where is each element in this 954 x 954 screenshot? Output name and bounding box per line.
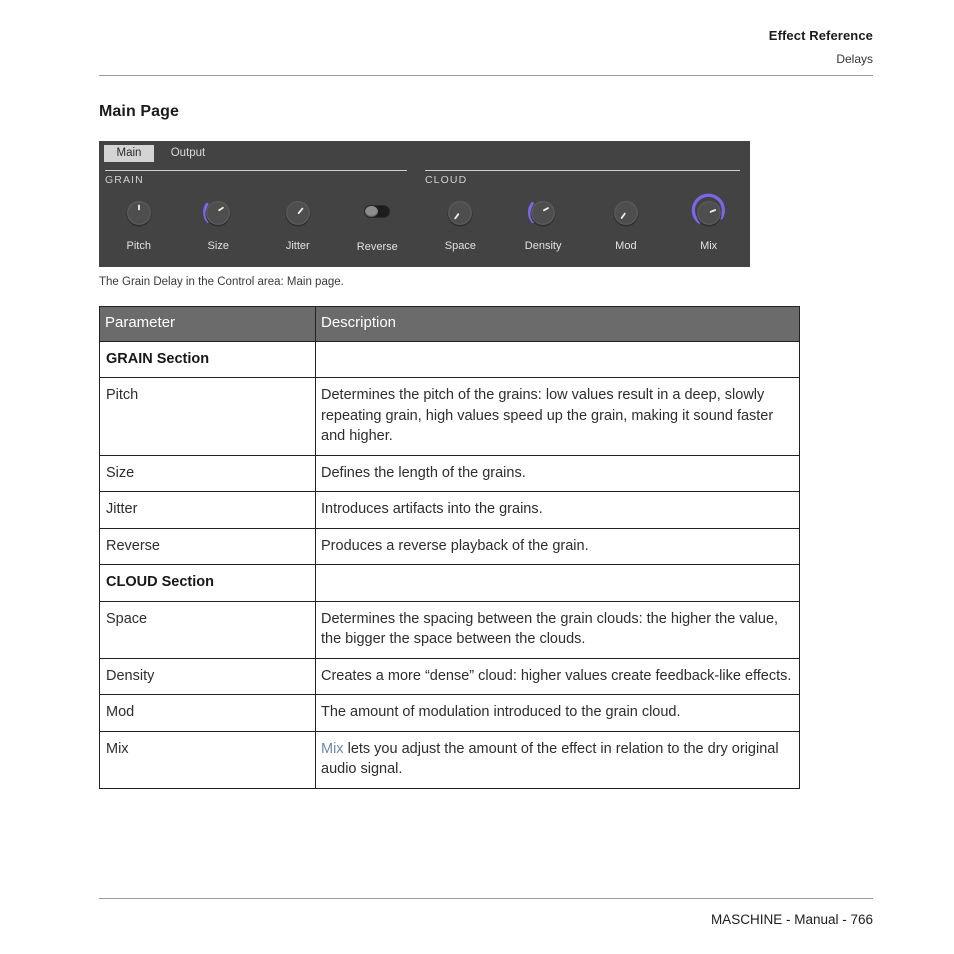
table-row: Jitter Introduces artifacts into the gra… bbox=[99, 491, 800, 529]
grain-delay-plugin-panel: Main Output GRAIN Pitch Size Jitter Reve… bbox=[99, 141, 750, 267]
knob-density-dial[interactable] bbox=[524, 193, 562, 231]
table-cell-description bbox=[315, 564, 800, 602]
table-cell-description: The amount of modulation introduced to t… bbox=[315, 694, 800, 732]
table-header-description: Description bbox=[315, 306, 800, 342]
parameter-table: Parameter Description GRAIN Section Pitc… bbox=[99, 306, 800, 789]
knob-space-label: Space bbox=[444, 240, 476, 252]
table-header-parameter: Parameter bbox=[99, 306, 316, 342]
inline-link-mix[interactable]: Mix bbox=[321, 741, 344, 757]
table-cell-parameter[interactable]: Mix bbox=[99, 730, 316, 789]
table-cell-parameter[interactable]: Density bbox=[99, 657, 316, 695]
knob-density[interactable]: Density bbox=[502, 191, 585, 267]
table-cell-description: Determines the spacing between the grain… bbox=[315, 600, 800, 659]
knob-mod-label: Mod bbox=[615, 240, 637, 252]
grain-section-label: GRAIN bbox=[105, 174, 144, 186]
plugin-tab-bar: Main Output bbox=[99, 141, 750, 165]
knob-size[interactable]: Size bbox=[179, 191, 259, 267]
toggle-reverse-label: Reverse bbox=[356, 241, 398, 253]
grain-section: GRAIN Pitch Size Jitter Reverse bbox=[99, 165, 417, 267]
knob-jitter-label: Jitter bbox=[285, 240, 310, 252]
table-row: Density Creates a more “dense” cloud: hi… bbox=[99, 657, 800, 695]
toggle-reverse-switch[interactable] bbox=[364, 205, 391, 218]
knob-size-label: Size bbox=[207, 240, 229, 252]
cloud-section-label: CLOUD bbox=[425, 174, 468, 186]
table-cell-parameter[interactable]: Size bbox=[99, 454, 316, 492]
table-cell-description: Determines the pitch of the grains: low … bbox=[315, 377, 800, 456]
tab-main[interactable]: Main bbox=[104, 145, 154, 162]
knob-pitch-label: Pitch bbox=[126, 240, 151, 252]
table-cell-description bbox=[315, 340, 800, 378]
table-cell-parameter: CLOUD Section bbox=[99, 564, 316, 602]
knob-mod-dial[interactable] bbox=[607, 193, 645, 231]
table-cell-parameter[interactable]: Space bbox=[99, 600, 316, 659]
cloud-controls: Space Density Mod Mix bbox=[419, 191, 750, 267]
knob-density-label: Density bbox=[524, 240, 562, 252]
table-row: Pitch Determines the pitch of the grains… bbox=[99, 377, 800, 456]
table-row: Mix Mix lets you adjust the amount of th… bbox=[99, 730, 800, 789]
knob-mod[interactable]: Mod bbox=[585, 191, 668, 267]
manual-page: Effect Reference Delays Main Page Main O… bbox=[0, 0, 954, 954]
table-row: CLOUD Section bbox=[99, 564, 800, 602]
header-divider bbox=[99, 75, 873, 76]
page-title: Main Page bbox=[99, 103, 180, 120]
knob-size-dial[interactable] bbox=[199, 193, 237, 231]
footer-divider bbox=[99, 898, 873, 899]
footer-text: MASCHINE - Manual - 766 bbox=[710, 912, 873, 927]
table-cell-description: Introduces artifacts into the grains. bbox=[315, 491, 800, 529]
knob-mix-label: Mix bbox=[700, 240, 718, 252]
inline-text: lets you adjust the amount of the effect… bbox=[321, 740, 779, 778]
table-cell-description: Defines the length of the grains. bbox=[315, 454, 800, 492]
table-row: Mod The amount of modulation introduced … bbox=[99, 694, 800, 732]
knob-pitch-dial[interactable] bbox=[120, 193, 158, 231]
table-row: Size Defines the length of the grains. bbox=[99, 454, 800, 492]
knob-space-dial[interactable] bbox=[441, 193, 479, 231]
table-cell-parameter[interactable]: Mod bbox=[99, 694, 316, 732]
figure-caption: The Grain Delay in the Control area: Mai… bbox=[99, 276, 344, 288]
grain-controls: Pitch Size Jitter Reverse bbox=[99, 191, 417, 267]
tab-output[interactable]: Output bbox=[161, 145, 215, 162]
table-cell-parameter[interactable]: Reverse bbox=[99, 527, 316, 565]
table-cell-description: Produces a reverse playback of the grain… bbox=[315, 527, 800, 565]
knob-pitch[interactable]: Pitch bbox=[99, 191, 179, 267]
knob-mix[interactable]: Mix bbox=[667, 191, 750, 267]
table-cell-description: Creates a more “dense” cloud: higher val… bbox=[315, 657, 800, 695]
table-cell-description: Mix lets you adjust the amount of the ef… bbox=[315, 730, 800, 789]
table-row: GRAIN Section bbox=[99, 340, 800, 378]
table-cell-parameter: GRAIN Section bbox=[99, 340, 316, 378]
knob-space[interactable]: Space bbox=[419, 191, 502, 267]
running-head: Effect Reference Delays bbox=[99, 28, 873, 67]
table-cell-parameter[interactable]: Pitch bbox=[99, 377, 316, 456]
table-header-row: Parameter Description bbox=[99, 306, 800, 342]
knob-jitter-dial[interactable] bbox=[279, 193, 317, 231]
toggle-reverse[interactable]: Reverse bbox=[338, 191, 418, 267]
running-head-subtitle: Delays bbox=[836, 52, 873, 66]
cloud-section-rule bbox=[425, 170, 740, 171]
knob-jitter[interactable]: Jitter bbox=[258, 191, 338, 267]
grain-section-rule bbox=[105, 170, 407, 171]
knob-mix-dial[interactable] bbox=[690, 193, 728, 231]
table-cell-parameter[interactable]: Jitter bbox=[99, 491, 316, 529]
toggle-reverse-thumb bbox=[365, 206, 379, 217]
cloud-section: CLOUD Space Density Mod Mix bbox=[419, 165, 750, 267]
table-row: Reverse Produces a reverse playback of t… bbox=[99, 527, 800, 565]
running-head-title: Effect Reference bbox=[768, 28, 873, 43]
table-row: Space Determines the spacing between the… bbox=[99, 600, 800, 659]
